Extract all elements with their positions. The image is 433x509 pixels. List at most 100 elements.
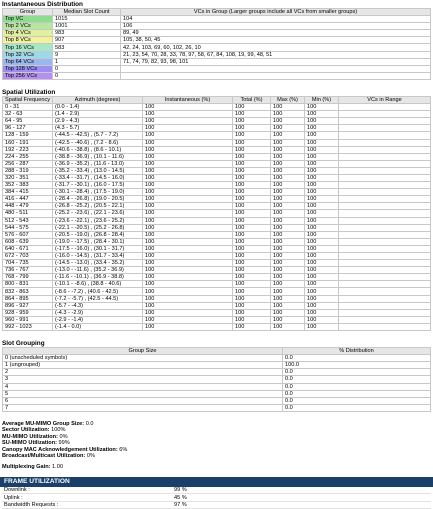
vcs-in-range-cell (338, 216, 431, 225)
spatial-frequency-cell: 800 - 831 (2, 280, 53, 289)
col-header-instantaneous: Instantaneous (%) (142, 95, 233, 105)
summary-label: MU-MIMO Utilization: (2, 433, 58, 440)
spatial-frequency-cell: 928 - 959 (2, 308, 53, 317)
spatial-frequency-cell: 64 - 95 (2, 117, 53, 126)
max-cell: 100 (270, 294, 305, 303)
summary-value: 100% (49, 427, 66, 434)
azimuth-cell: (-10.1 - -8.6) , (38.8 - 40.6) (52, 280, 143, 289)
instantaneous-cell: 100 (142, 251, 233, 261)
max-cell: 100 (270, 173, 305, 183)
col-header-group: Group (2, 7, 53, 17)
spatial-frequency-cell: 544 - 575 (2, 223, 53, 232)
total-cell: 100 (232, 280, 271, 289)
total-cell: 100 (232, 237, 271, 246)
max-cell: 100 (270, 322, 305, 332)
frame-value-cell: 97 % (172, 501, 431, 509)
spatial-frequency-cell: 0 - 31 (2, 103, 53, 112)
spatial-row: 640 - 671 (-17.5 - -16.0) , (30.1 - 31.7)… (2, 244, 431, 254)
instantaneous-cell: 100 (142, 173, 233, 183)
total-cell: 100 (232, 103, 271, 112)
min-cell: 100 (304, 110, 339, 119)
frame-utilization-table: Downlink :99 % Uplink :45 % Bandwidth Requ… (2, 487, 431, 509)
spatial-section: Spatial Utilization Spatial Frequency Az… (0, 89, 433, 332)
min-cell: 100 (304, 173, 339, 183)
min-cell: 100 (304, 181, 339, 190)
min-cell: 100 (304, 202, 339, 211)
vcs-in-range-cell (338, 223, 431, 232)
instantaneous-cell: 100 (142, 266, 233, 275)
spatial-row: 288 - 319 (-35.2 - -33.4) , (13.0 - 14.5)… (2, 166, 431, 175)
inst-group-cell: Top 16 VCs (2, 43, 53, 52)
instantaneous-cell: 100 (142, 209, 233, 218)
spatial-row: 64 - 95 (2.9 - 4.3) 100 100 100 100 (2, 117, 431, 126)
spatial-row: 96 - 127 (4.3 - 5.7) 100 100 100 100 (2, 124, 431, 133)
spatial-row: 736 - 767 (-13.0 - -11.6) , (35.2 - 36.9)… (2, 266, 431, 275)
min-cell: 100 (304, 145, 339, 154)
vcs-in-range-cell (338, 159, 431, 168)
inst-median-cell: 9 (52, 50, 121, 59)
min-cell: 100 (304, 315, 339, 324)
col-header-median: Median Slot Count (52, 7, 121, 17)
slot-row: 5 0.0 (2, 389, 431, 398)
spatial-frequency-cell: 480 - 511 (2, 209, 53, 218)
instantaneous-cell: 100 (142, 244, 233, 254)
inst-vcs-cell: 42, 24, 103, 69, 60, 102, 26, 10 (120, 43, 431, 52)
total-cell: 100 (232, 124, 271, 133)
summary-label: Average MU-MIMO Group Size: (2, 420, 85, 427)
spatial-header-row: Spatial Frequency Azimuth (degrees) Inst… (2, 95, 431, 105)
group-size-cell: 4 (2, 382, 283, 391)
instantaneous-cell: 100 (142, 195, 233, 204)
multiplexing-gain-value: 1.00 (50, 463, 63, 470)
instantaneous-cell: 100 (142, 315, 233, 324)
max-cell: 100 (270, 188, 305, 197)
spatial-row: 416 - 447 (-28.4 - -26.8) , (19.0 - 20.5)… (2, 195, 431, 204)
max-cell: 100 (270, 124, 305, 133)
vcs-in-range-cell (338, 315, 431, 324)
frame-row: Uplink :45 % (2, 493, 431, 502)
spatial-frequency-cell: 704 - 735 (2, 259, 53, 268)
total-cell: 100 (232, 110, 271, 119)
total-cell: 100 (232, 294, 271, 303)
azimuth-cell: (-1.4 - 0.0) (52, 322, 143, 332)
col-header-min: Min (%) (304, 95, 339, 105)
instantaneous-cell: 100 (142, 131, 233, 140)
col-header-vcs-in-range: VCs in Range (338, 95, 431, 105)
instantaneous-cell: 100 (142, 287, 233, 296)
slot-row: 1 (ungrouped) 100.0 (2, 361, 431, 370)
min-cell: 100 (304, 166, 339, 175)
max-cell: 100 (270, 273, 305, 282)
total-cell: 100 (232, 315, 271, 324)
spatial-frequency-cell: 320 - 351 (2, 173, 53, 183)
frame-value-cell: 45 % (172, 493, 431, 502)
vcs-in-range-cell (338, 251, 431, 261)
total-cell: 100 (232, 145, 271, 154)
max-cell: 100 (270, 103, 305, 112)
inst-group-cell: Top 8 VCs (2, 36, 53, 45)
spatial-row: 32 - 63 (1.4 - 2.9) 100 100 100 100 (2, 110, 431, 119)
slot-row: 7 0.0 (2, 403, 431, 412)
vcs-in-range-cell (338, 280, 431, 289)
azimuth-cell: (-26.8 - -25.2) , (20.5 - 22.1) (52, 202, 143, 211)
inst-group-cell: Top 4 VCs (2, 29, 53, 38)
vcs-in-range-cell (338, 301, 431, 310)
distribution-cell: 0.0 (282, 382, 431, 391)
group-size-cell: 6 (2, 396, 283, 405)
vcs-in-range-cell (338, 181, 431, 190)
instantaneous-cell: 100 (142, 117, 233, 126)
azimuth-cell: (-42.5 - -40.6) , (7.2 - 8.6) (52, 138, 143, 147)
spatial-row: 800 - 831 (-10.1 - -8.6) , (38.8 - 40.6) 1… (2, 280, 431, 289)
spatial-row: 768 - 799 (-11.6 - -10.1) , (36.9 - 38.8)… (2, 273, 431, 282)
min-cell: 100 (304, 209, 339, 218)
spatial-row: 608 - 639 (-19.0 - -17.5) , (28.4 - 30.1)… (2, 237, 431, 246)
max-cell: 100 (270, 244, 305, 254)
spatial-frequency-cell: 992 - 1023 (2, 322, 53, 332)
frame-utilization-section: FRAME UTILIZATION Downlink :99 % Uplink :… (0, 477, 433, 509)
total-cell: 100 (232, 251, 271, 261)
spatial-frequency-cell: 352 - 383 (2, 181, 53, 190)
azimuth-cell: (-7.2 - -5.7) , (42.5 - 44.5) (52, 294, 143, 303)
vcs-in-range-cell (338, 322, 431, 332)
spatial-row: 160 - 191 (-42.5 - -40.6) , (7.2 - 8.6) 10… (2, 138, 431, 147)
azimuth-cell: (-44.5 - -42.5) , (5.7 - 7.2) (52, 131, 143, 140)
frame-row: Bandwidth Requests :97 % (2, 501, 431, 509)
inst-median-cell: 0 (52, 71, 121, 80)
